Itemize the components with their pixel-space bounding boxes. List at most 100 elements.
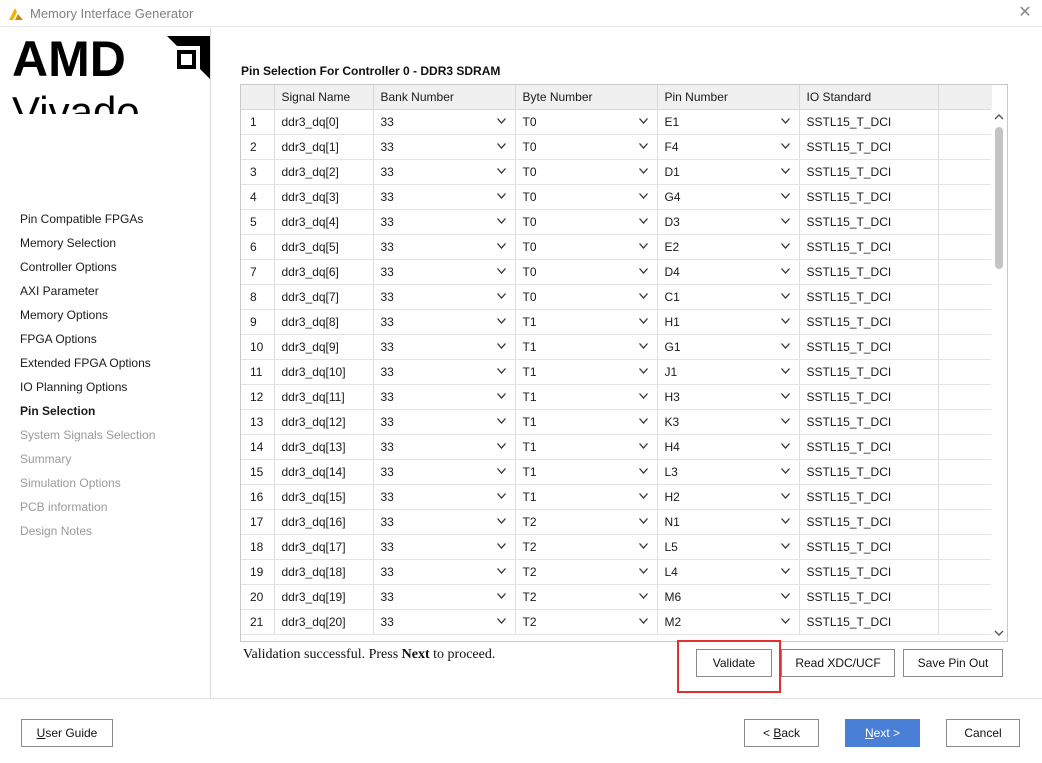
header-pin-number[interactable]: Pin Number <box>657 85 800 110</box>
table-row[interactable]: 6 ddr3_dq[5] 33 T0 E2 SSTL15_T_DCI <box>241 234 992 260</box>
table-row[interactable]: 12 ddr3_dq[11] 33 T1 H3 SSTL15_T_DCI <box>241 384 992 410</box>
step-pin-compatible-fpgas[interactable]: Pin Compatible FPGAs <box>20 210 155 234</box>
bank-number-select[interactable]: 33 <box>373 534 516 560</box>
bank-number-select[interactable]: 33 <box>373 209 516 235</box>
scroll-up-icon[interactable] <box>994 112 1004 122</box>
table-row[interactable]: 2 ddr3_dq[1] 33 T0 F4 SSTL15_T_DCI <box>241 134 992 160</box>
bank-number-select[interactable]: 33 <box>373 609 516 635</box>
bank-number-select[interactable]: 33 <box>373 309 516 335</box>
bank-number-select[interactable]: 33 <box>373 459 516 485</box>
save-pin-out-button[interactable]: Save Pin Out <box>903 649 1003 677</box>
pin-number-select[interactable]: J1 <box>657 359 800 385</box>
byte-number-select[interactable]: T1 <box>515 359 658 385</box>
pin-number-select[interactable]: H1 <box>657 309 800 335</box>
bank-number-select[interactable]: 33 <box>373 234 516 260</box>
bank-number-select[interactable]: 33 <box>373 134 516 160</box>
header-signal-name[interactable]: Signal Name <box>274 85 374 110</box>
bank-number-select[interactable]: 33 <box>373 334 516 360</box>
next-button[interactable]: Next > <box>845 719 920 747</box>
bank-number-select[interactable]: 33 <box>373 409 516 435</box>
bank-number-select[interactable]: 33 <box>373 284 516 310</box>
pin-number-select[interactable]: L3 <box>657 459 800 485</box>
bank-number-select[interactable]: 33 <box>373 584 516 610</box>
byte-number-select[interactable]: T0 <box>515 109 658 135</box>
byte-number-select[interactable]: T1 <box>515 434 658 460</box>
byte-number-select[interactable]: T1 <box>515 334 658 360</box>
pin-number-select[interactable]: L5 <box>657 534 800 560</box>
byte-number-select[interactable]: T2 <box>515 509 658 535</box>
table-row[interactable]: 18 ddr3_dq[17] 33 T2 L5 SSTL15_T_DCI <box>241 534 992 560</box>
bank-number-select[interactable]: 33 <box>373 434 516 460</box>
pin-number-select[interactable]: D3 <box>657 209 800 235</box>
pin-number-select[interactable]: D4 <box>657 259 800 285</box>
step-memory-options[interactable]: Memory Options <box>20 306 155 330</box>
pin-number-select[interactable]: N1 <box>657 509 800 535</box>
header-bank-number[interactable]: Bank Number <box>373 85 516 110</box>
table-row[interactable]: 1 ddr3_dq[0] 33 T0 E1 SSTL15_T_DCI <box>241 109 992 135</box>
step-pin-selection[interactable]: Pin Selection <box>20 402 155 426</box>
cancel-button[interactable]: Cancel <box>946 719 1020 747</box>
pin-number-select[interactable]: K3 <box>657 409 800 435</box>
bank-number-select[interactable]: 33 <box>373 159 516 185</box>
validate-button[interactable]: Validate <box>696 649 772 677</box>
bank-number-select[interactable]: 33 <box>373 559 516 585</box>
pin-number-select[interactable]: H4 <box>657 434 800 460</box>
table-row[interactable]: 19 ddr3_dq[18] 33 T2 L4 SSTL15_T_DCI <box>241 559 992 585</box>
bank-number-select[interactable]: 33 <box>373 259 516 285</box>
pin-number-select[interactable]: E1 <box>657 109 800 135</box>
byte-number-select[interactable]: T0 <box>515 209 658 235</box>
byte-number-select[interactable]: T2 <box>515 609 658 635</box>
pin-number-select[interactable]: G1 <box>657 334 800 360</box>
byte-number-select[interactable]: T0 <box>515 284 658 310</box>
table-row[interactable]: 13 ddr3_dq[12] 33 T1 K3 SSTL15_T_DCI <box>241 409 992 435</box>
byte-number-select[interactable]: T1 <box>515 309 658 335</box>
pin-number-select[interactable]: G4 <box>657 184 800 210</box>
header-byte-number[interactable]: Byte Number <box>515 85 658 110</box>
scroll-down-icon[interactable] <box>994 628 1004 638</box>
table-row[interactable]: 20 ddr3_dq[19] 33 T2 M6 SSTL15_T_DCI <box>241 584 992 610</box>
pin-number-select[interactable]: M6 <box>657 584 800 610</box>
byte-number-select[interactable]: T1 <box>515 484 658 510</box>
step-io-planning-options[interactable]: IO Planning Options <box>20 378 155 402</box>
step-memory-selection[interactable]: Memory Selection <box>20 234 155 258</box>
pin-number-select[interactable]: H2 <box>657 484 800 510</box>
pin-number-select[interactable]: M2 <box>657 609 800 635</box>
pin-number-select[interactable]: F4 <box>657 134 800 160</box>
table-row[interactable]: 4 ddr3_dq[3] 33 T0 G4 SSTL15_T_DCI <box>241 184 992 210</box>
byte-number-select[interactable]: T2 <box>515 559 658 585</box>
step-controller-options[interactable]: Controller Options <box>20 258 155 282</box>
pin-number-select[interactable]: E2 <box>657 234 800 260</box>
table-row[interactable]: 15 ddr3_dq[14] 33 T1 L3 SSTL15_T_DCI <box>241 459 992 485</box>
user-guide-button[interactable]: User Guide <box>21 719 113 747</box>
byte-number-select[interactable]: T2 <box>515 534 658 560</box>
byte-number-select[interactable]: T0 <box>515 184 658 210</box>
byte-number-select[interactable]: T0 <box>515 134 658 160</box>
pin-number-select[interactable]: L4 <box>657 559 800 585</box>
table-row[interactable]: 21 ddr3_dq[20] 33 T2 M2 SSTL15_T_DCI <box>241 609 992 635</box>
pin-number-select[interactable]: H3 <box>657 384 800 410</box>
byte-number-select[interactable]: T1 <box>515 459 658 485</box>
pin-number-select[interactable]: D1 <box>657 159 800 185</box>
header-io-standard[interactable]: IO Standard <box>799 85 939 110</box>
table-row[interactable]: 5 ddr3_dq[4] 33 T0 D3 SSTL15_T_DCI <box>241 209 992 235</box>
close-icon[interactable]: ✕ <box>1018 4 1032 22</box>
step-axi-parameter[interactable]: AXI Parameter <box>20 282 155 306</box>
table-row[interactable]: 14 ddr3_dq[13] 33 T1 H4 SSTL15_T_DCI <box>241 434 992 460</box>
table-row[interactable]: 9 ddr3_dq[8] 33 T1 H1 SSTL15_T_DCI <box>241 309 992 335</box>
table-row[interactable]: 17 ddr3_dq[16] 33 T2 N1 SSTL15_T_DCI <box>241 509 992 535</box>
table-row[interactable]: 16 ddr3_dq[15] 33 T1 H2 SSTL15_T_DCI <box>241 484 992 510</box>
table-row[interactable]: 7 ddr3_dq[6] 33 T0 D4 SSTL15_T_DCI <box>241 259 992 285</box>
table-row[interactable]: 10 ddr3_dq[9] 33 T1 G1 SSTL15_T_DCI <box>241 334 992 360</box>
table-row[interactable]: 11 ddr3_dq[10] 33 T1 J1 SSTL15_T_DCI <box>241 359 992 385</box>
byte-number-select[interactable]: T0 <box>515 259 658 285</box>
step-fpga-options[interactable]: FPGA Options <box>20 330 155 354</box>
bank-number-select[interactable]: 33 <box>373 509 516 535</box>
byte-number-select[interactable]: T1 <box>515 384 658 410</box>
byte-number-select[interactable]: T0 <box>515 159 658 185</box>
byte-number-select[interactable]: T1 <box>515 409 658 435</box>
bank-number-select[interactable]: 33 <box>373 384 516 410</box>
byte-number-select[interactable]: T0 <box>515 234 658 260</box>
back-button[interactable]: < Back <box>744 719 819 747</box>
table-scrollbar[interactable] <box>991 109 1007 641</box>
read-xdc-ucf-button[interactable]: Read XDC/UCF <box>781 649 895 677</box>
